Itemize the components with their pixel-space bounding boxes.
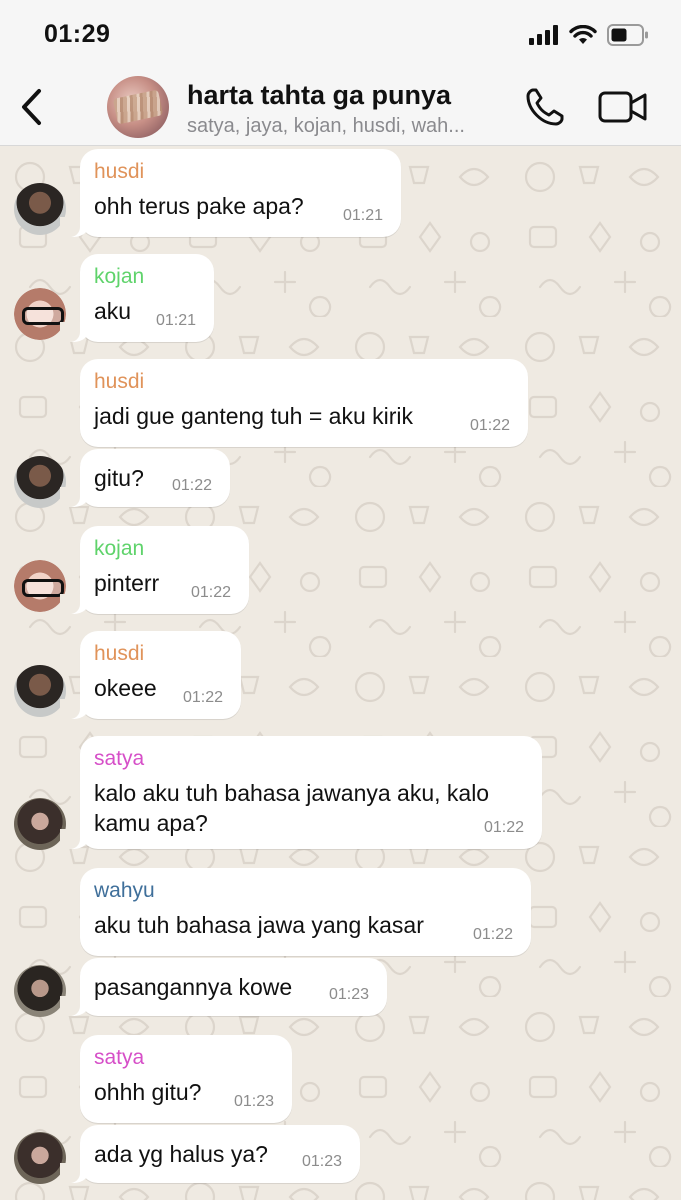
message-bubble[interactable]: husdi jadi gue ganteng tuh = aku kirik 0… bbox=[80, 359, 528, 447]
message-time: 01:22 bbox=[472, 926, 513, 943]
video-camera-icon bbox=[598, 91, 647, 123]
message-time: 01:23 bbox=[301, 1153, 342, 1170]
message-bubble[interactable]: ada yg halus ya? 01:23 bbox=[60, 1125, 360, 1183]
message-sender: husdi bbox=[94, 642, 145, 665]
avatar-satya[interactable] bbox=[14, 1132, 66, 1184]
message-bubble[interactable]: pasangannya kowe 01:23 bbox=[60, 958, 387, 1016]
message-bubble[interactable]: kojan aku 01:21 bbox=[60, 254, 214, 342]
message-time: 01:22 bbox=[190, 584, 231, 601]
message-time: 01:22 bbox=[469, 417, 510, 434]
message-text: jadi gue ganteng tuh = aku kirik bbox=[94, 403, 414, 429]
message-bubble[interactable]: satya ohhh gitu? 01:23 bbox=[80, 1035, 292, 1123]
message-time: 01:22 bbox=[171, 477, 212, 494]
message-time: 01:22 bbox=[483, 819, 524, 836]
video-call-button[interactable] bbox=[598, 88, 648, 126]
message-text: kalo aku tuh bahasa jawanya aku, kalo ka… bbox=[94, 780, 490, 836]
message-sender: husdi bbox=[94, 160, 145, 183]
message-time: 01:23 bbox=[233, 1093, 274, 1110]
message-text: gitu? bbox=[94, 465, 144, 491]
group-members[interactable]: satya, jaya, kojan, husdi, wah... bbox=[187, 115, 517, 138]
avatar-kojan[interactable] bbox=[14, 560, 66, 612]
message-text: ohh terus pake apa? bbox=[94, 193, 304, 219]
message-text: pinterr bbox=[94, 570, 160, 596]
chat-header: 01:29 harta tahta ga punya satya, jaya, … bbox=[0, 0, 681, 146]
message-time: 01:23 bbox=[328, 986, 369, 1003]
avatar-wahyu[interactable] bbox=[14, 965, 66, 1017]
message-text: okeee bbox=[94, 675, 157, 701]
phone-icon bbox=[526, 88, 564, 126]
status-time: 01:29 bbox=[44, 20, 111, 48]
message-text: aku bbox=[94, 298, 132, 324]
message-text: ohhh gitu? bbox=[94, 1079, 202, 1105]
message-text: aku tuh bahasa jawa yang kasar bbox=[94, 912, 424, 938]
avatar-satya[interactable] bbox=[14, 798, 66, 850]
message-sender: satya bbox=[94, 1046, 145, 1069]
message-sender: kojan bbox=[94, 537, 145, 560]
avatar-kojan[interactable] bbox=[14, 288, 66, 340]
message-sender: kojan bbox=[94, 265, 145, 288]
message-bubble[interactable]: kojan pinterr 01:22 bbox=[60, 526, 249, 614]
group-title[interactable]: harta tahta ga punya bbox=[187, 80, 451, 111]
voice-call-button[interactable] bbox=[524, 86, 566, 128]
message-sender: wahyu bbox=[94, 879, 155, 902]
message-text: pasangannya kowe bbox=[94, 974, 293, 1000]
message-sender: husdi bbox=[94, 370, 145, 393]
wifi-icon bbox=[569, 25, 597, 44]
avatar-husdi[interactable] bbox=[14, 456, 66, 508]
message-text: ada yg halus ya? bbox=[94, 1141, 268, 1167]
status-icons bbox=[529, 24, 649, 46]
message-sender: satya bbox=[94, 747, 145, 770]
chat-area[interactable]: husdi ohh terus pake apa? 01:21 kojan ak… bbox=[0, 147, 681, 1200]
avatar-husdi[interactable] bbox=[14, 665, 66, 717]
cellular-signal-icon bbox=[529, 25, 558, 45]
message-time: 01:21 bbox=[342, 207, 383, 224]
message-bubble[interactable]: husdi okeee 01:22 bbox=[60, 631, 241, 719]
message-time: 01:21 bbox=[155, 312, 196, 329]
message-bubble[interactable]: gitu? 01:22 bbox=[60, 449, 230, 507]
group-avatar[interactable] bbox=[107, 76, 169, 138]
back-button[interactable] bbox=[14, 84, 48, 130]
message-bubble[interactable]: satya kalo aku tuh bahasa jawanya aku, k… bbox=[60, 736, 542, 849]
message-time: 01:22 bbox=[182, 689, 223, 706]
battery-icon bbox=[607, 24, 648, 46]
message-bubble[interactable]: husdi ohh terus pake apa? 01:21 bbox=[60, 149, 401, 237]
message-bubble[interactable]: wahyu aku tuh bahasa jawa yang kasar 01:… bbox=[80, 868, 531, 956]
avatar-husdi[interactable] bbox=[14, 183, 66, 235]
chevron-left-icon bbox=[22, 89, 41, 125]
